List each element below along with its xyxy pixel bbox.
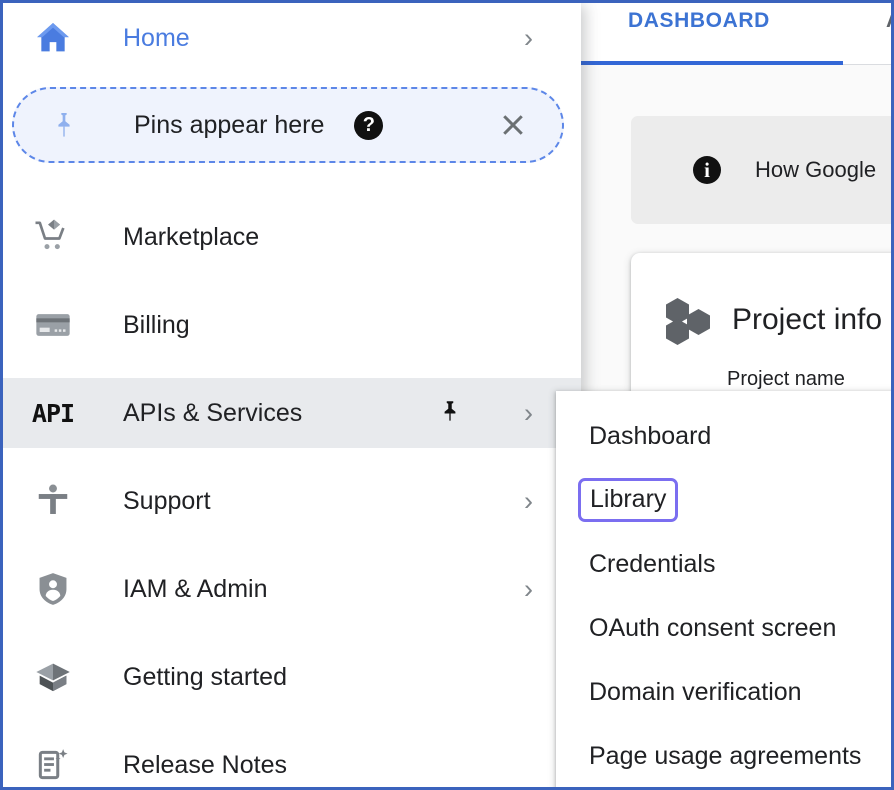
apis-services-submenu: Dashboard Library Credentials OAuth cons… <box>556 391 891 787</box>
support-person-icon <box>25 482 81 520</box>
console-tab-bar: DASHBOARD A <box>581 3 891 65</box>
sidebar-item-marketplace[interactable]: Marketplace <box>3 202 581 272</box>
info-banner-text: How Google <box>755 157 877 182</box>
sidebar-item-billing[interactable]: Billing <box>3 290 581 360</box>
graduation-cap-icon <box>25 657 81 697</box>
submenu-item-dashboard[interactable]: Dashboard <box>556 412 891 460</box>
project-hexagon-icon <box>666 298 714 345</box>
submenu-item-domain-verification[interactable]: Domain verification <box>556 668 891 716</box>
chevron-right-icon-support: › <box>524 485 533 516</box>
billing-card-icon <box>25 305 81 345</box>
tab-secondary[interactable]: A <box>886 9 891 33</box>
sidebar-item-label-marketplace: Marketplace <box>123 222 260 251</box>
sidebar-item-support[interactable]: Support › <box>3 466 581 536</box>
home-icon <box>25 18 81 58</box>
pins-appear-here-label: Pins appear here <box>134 110 325 139</box>
sidebar-item-iam-and-admin[interactable]: IAM & Admin › <box>3 554 581 624</box>
chevron-right-icon-iam: › <box>524 573 533 604</box>
sidebar-item-getting-started[interactable]: Getting started <box>3 642 581 712</box>
submenu-label-dashboard: Dashboard <box>589 421 712 450</box>
sidebar-item-label-getting-started: Getting started <box>123 662 287 691</box>
sidebar-item-label-apis-and-services: APIs & Services <box>123 398 303 427</box>
navigation-drawer: Home › Pins appear here ? Marketplace Bi… <box>3 3 581 787</box>
chevron-right-icon-home: › <box>524 22 533 53</box>
sidebar-item-label-billing: Billing <box>123 310 190 339</box>
sidebar-item-label-home: Home <box>123 23 190 52</box>
chevron-right-icon-apis: › <box>524 397 533 428</box>
release-notes-icon <box>25 746 81 784</box>
submenu-label-oauth-consent-screen: OAuth consent screen <box>589 613 837 642</box>
submenu-label-credentials: Credentials <box>589 549 716 578</box>
sidebar-item-label-iam-and-admin: IAM & Admin <box>123 574 268 603</box>
info-icon: i <box>693 156 721 184</box>
submenu-item-oauth-consent-screen[interactable]: OAuth consent screen <box>556 604 891 652</box>
submenu-item-credentials[interactable]: Credentials <box>556 540 891 588</box>
info-banner: i How Google <box>631 116 891 224</box>
help-icon[interactable]: ? <box>354 110 384 140</box>
tab-active-indicator <box>581 61 843 65</box>
submenu-label-domain-verification: Domain verification <box>589 677 802 706</box>
tab-dashboard[interactable]: DASHBOARD <box>628 9 770 33</box>
marketplace-cart-icon <box>25 217 81 257</box>
shield-person-icon <box>25 570 81 608</box>
sidebar-item-label-support: Support <box>123 486 211 515</box>
project-info-header: Project info <box>666 298 883 345</box>
sidebar-item-apis-and-services[interactable]: API APIs & Services › <box>3 378 581 448</box>
sidebar-item-label-release-notes: Release Notes <box>123 750 287 779</box>
api-icon: API <box>31 398 75 428</box>
project-info-title: Project info <box>732 303 883 336</box>
submenu-label-page-usage-agreements: Page usage agreements <box>589 741 862 770</box>
sidebar-item-home[interactable]: Home › <box>3 3 581 73</box>
screenshot-root: DASHBOARD A i How Google Project info Pr… <box>0 0 894 790</box>
pin-icon <box>36 109 92 141</box>
submenu-label-library: Library <box>578 478 679 522</box>
pins-appear-here-chip[interactable]: Pins appear here ? <box>12 87 564 163</box>
project-name-label: Project name <box>727 368 845 390</box>
sidebar-item-release-notes[interactable]: Release Notes <box>3 730 581 787</box>
close-icon[interactable] <box>498 110 528 140</box>
pin-toggle-icon[interactable] <box>437 398 463 429</box>
submenu-item-page-usage-agreements[interactable]: Page usage agreements <box>556 732 891 780</box>
submenu-item-library[interactable]: Library <box>556 476 891 524</box>
